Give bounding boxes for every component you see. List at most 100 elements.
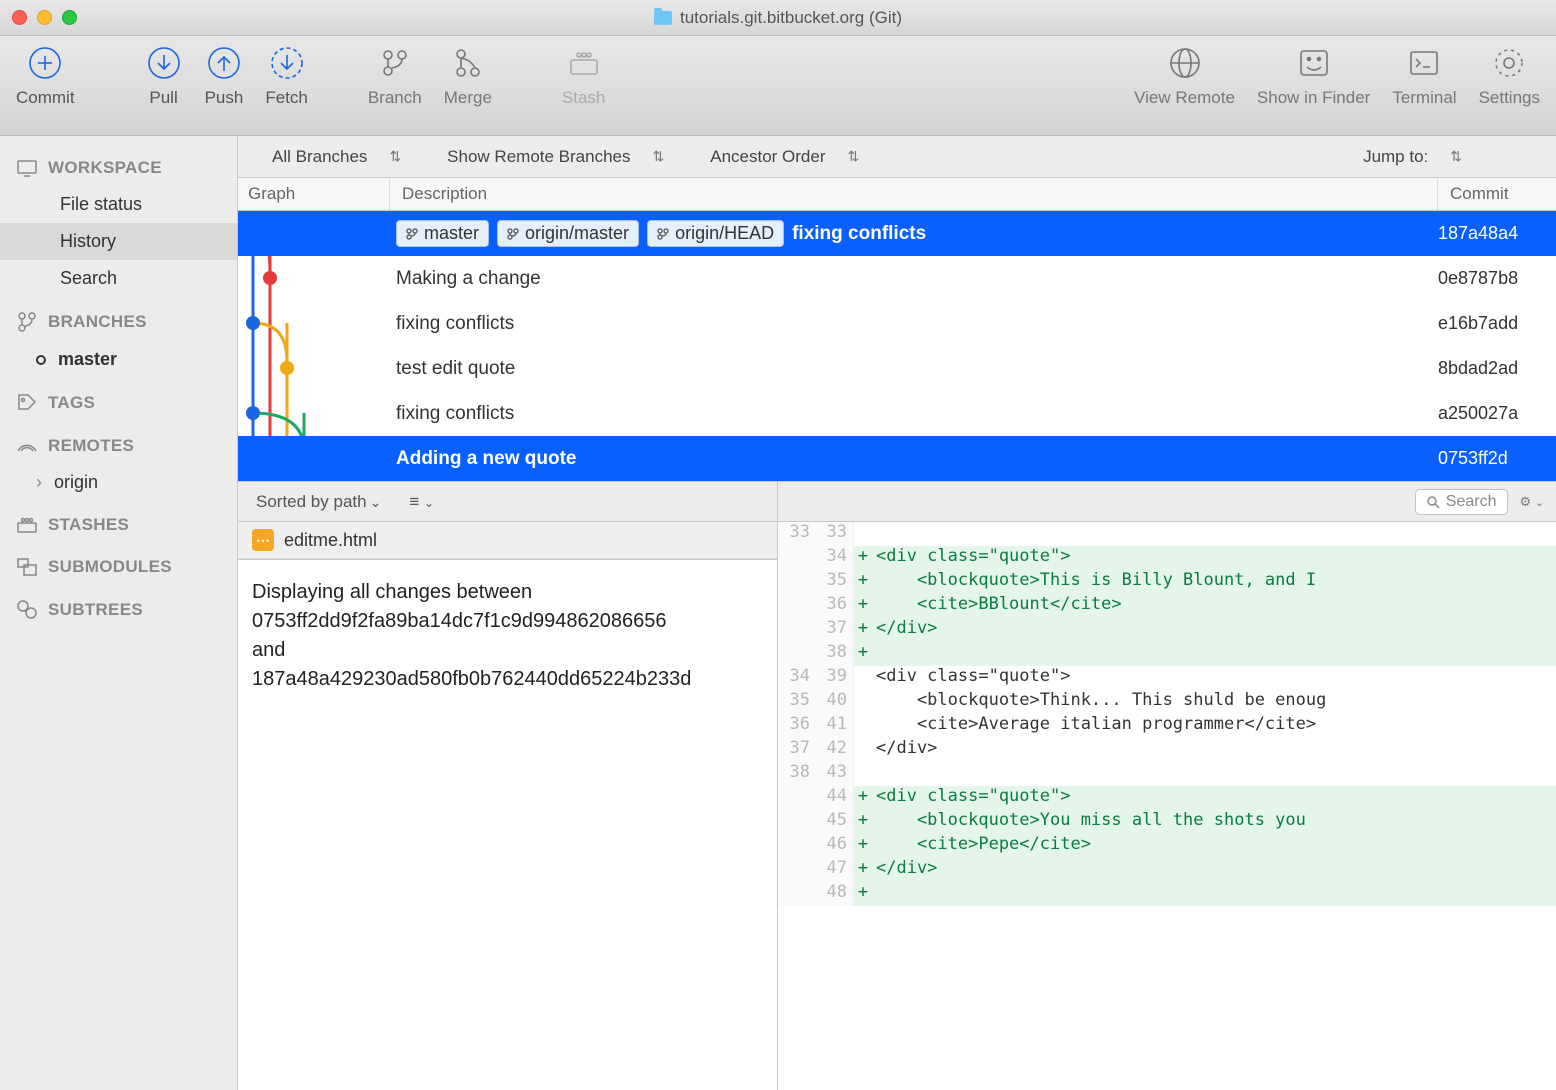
- diff-line: 48+: [778, 882, 1556, 906]
- commit-description: test edit quote: [396, 358, 515, 380]
- sidebar-remote-origin[interactable]: origin: [0, 464, 237, 501]
- sb-header-workspace[interactable]: WORKSPACE: [0, 150, 237, 186]
- sort-dropdown[interactable]: Sorted by path: [256, 492, 381, 512]
- search-icon: [1426, 495, 1440, 509]
- diff-line: 34+<div class="quote">: [778, 546, 1556, 570]
- branch-tag[interactable]: origin/master: [497, 220, 639, 247]
- branch-icon: [376, 44, 414, 82]
- col-commit[interactable]: Commit: [1438, 178, 1556, 210]
- filter-bar: All Branches Show Remote Branches Ancest…: [238, 136, 1556, 178]
- globe-icon: [1166, 44, 1204, 82]
- filter-branches[interactable]: All Branches: [272, 147, 401, 167]
- folder-icon: [654, 11, 672, 25]
- sidebar-item-file-status[interactable]: File status: [0, 186, 237, 223]
- file-row[interactable]: ⋯ editme.html: [238, 522, 777, 559]
- branch-button[interactable]: Branch: [368, 44, 422, 108]
- commit-description: fixing conflicts: [792, 223, 926, 245]
- sb-header-tags[interactable]: TAGS: [0, 384, 237, 422]
- pull-button[interactable]: Pull: [145, 44, 183, 108]
- table-header: Graph Description Commit: [238, 178, 1556, 211]
- commit-hash: 0753ff2d: [1438, 448, 1556, 469]
- diff-line: 3742</div>: [778, 738, 1556, 762]
- toolbar: Commit Pull Push Fetch Branch Merge: [0, 36, 1556, 136]
- diff-line: 44+<div class="quote">: [778, 786, 1556, 810]
- settings-button[interactable]: Settings: [1479, 44, 1540, 108]
- diff-line: 35+ <blockquote>This is Billy Blount, an…: [778, 570, 1556, 594]
- col-graph[interactable]: Graph: [238, 178, 390, 210]
- sidebar-branch-master[interactable]: master: [0, 341, 237, 378]
- diff-line: 3843: [778, 762, 1556, 786]
- commit-row[interactable]: Adding a new quote 0753ff2d: [238, 436, 1556, 481]
- file-modified-icon: ⋯: [252, 529, 274, 551]
- commit-row[interactable]: test edit quote 8bdad2ad: [238, 346, 1556, 391]
- filter-remote[interactable]: Show Remote Branches: [447, 147, 664, 167]
- diff-view[interactable]: 333334+<div class="quote">35+ <blockquot…: [778, 522, 1556, 1090]
- show-in-finder-button[interactable]: Show in Finder: [1257, 44, 1370, 108]
- diff-line: 37+</div>: [778, 618, 1556, 642]
- stash-icon: [565, 44, 603, 82]
- push-icon: [205, 44, 243, 82]
- file-name: editme.html: [284, 530, 377, 551]
- sidebar-item-history[interactable]: History: [0, 223, 237, 260]
- diff-line: 3439<div class="quote">: [778, 666, 1556, 690]
- commit-row[interactable]: Making a change0e8787b8: [238, 256, 1556, 301]
- branch-tag[interactable]: origin/HEAD: [647, 220, 784, 247]
- gear-icon: [1490, 44, 1528, 82]
- diff-line: 45+ <blockquote>You miss all the shots y…: [778, 810, 1556, 834]
- diff-line: 36+ <cite>BBlount</cite>: [778, 594, 1556, 618]
- diff-line: 46+ <cite>Pepe</cite>: [778, 834, 1556, 858]
- pull-icon: [145, 44, 183, 82]
- commit-row[interactable]: fixing conflicts a250027a: [238, 391, 1556, 436]
- branch-tag[interactable]: master: [396, 220, 489, 247]
- terminal-icon: [1405, 44, 1443, 82]
- diff-search[interactable]: Search: [1415, 489, 1508, 515]
- commit-icon: [26, 44, 64, 82]
- diff-range-message: Displaying all changes between0753ff2dd9…: [252, 578, 763, 694]
- commit-hash: a250027a: [1438, 403, 1556, 424]
- window-title: tutorials.git.bitbucket.org (Git): [680, 8, 902, 28]
- sb-header-branches[interactable]: BRANCHES: [0, 303, 237, 341]
- finder-icon: [1295, 44, 1333, 82]
- push-button[interactable]: Push: [205, 44, 244, 108]
- diff-line: 47+</div>: [778, 858, 1556, 882]
- minimize-window-button[interactable]: [37, 10, 52, 25]
- sb-header-submodules[interactable]: SUBMODULES: [0, 549, 237, 585]
- jump-to[interactable]: Jump to:: [1363, 147, 1462, 167]
- stash-button[interactable]: Stash: [562, 44, 605, 108]
- sb-header-stashes[interactable]: STASHES: [0, 507, 237, 543]
- file-panel-toolbar: Sorted by path ≡ ⌄: [238, 482, 777, 522]
- commit-description: Adding a new quote: [396, 448, 577, 470]
- sidebar: WORKSPACE File status History Search BRA…: [0, 136, 238, 1090]
- merge-icon: [449, 44, 487, 82]
- fetch-icon: [268, 44, 306, 82]
- diff-line: 3333: [778, 522, 1556, 546]
- window-controls: [12, 10, 77, 25]
- filter-order[interactable]: Ancestor Order: [710, 147, 859, 167]
- commit-description: fixing conflicts: [396, 403, 514, 425]
- commit-button[interactable]: Commit: [16, 44, 75, 108]
- commit-row[interactable]: fixing conflictse16b7add: [238, 301, 1556, 346]
- sidebar-item-search[interactable]: Search: [0, 260, 237, 297]
- current-branch-icon: [36, 355, 46, 365]
- diff-line: 3641 <cite>Average italian programmer</c…: [778, 714, 1556, 738]
- merge-button[interactable]: Merge: [444, 44, 492, 108]
- diff-settings-gear-icon[interactable]: ⚙︎ ⌄: [1520, 494, 1545, 510]
- sb-header-subtrees[interactable]: SUBTREES: [0, 591, 237, 629]
- diff-line: 3540 <blockquote>Think... This shuld be …: [778, 690, 1556, 714]
- col-description[interactable]: Description: [390, 178, 1438, 210]
- titlebar: tutorials.git.bitbucket.org (Git): [0, 0, 1556, 36]
- list-view-toggle[interactable]: ≡ ⌄: [409, 492, 434, 512]
- fetch-button[interactable]: Fetch: [265, 44, 308, 108]
- sb-header-remotes[interactable]: REMOTES: [0, 428, 237, 464]
- view-remote-button[interactable]: View Remote: [1134, 44, 1235, 108]
- commit-hash: 8bdad2ad: [1438, 358, 1556, 379]
- commit-row[interactable]: master origin/master origin/HEAD fixing con…: [238, 211, 1556, 256]
- close-window-button[interactable]: [12, 10, 27, 25]
- terminal-button[interactable]: Terminal: [1392, 44, 1456, 108]
- diff-line: 38+: [778, 642, 1556, 666]
- commit-hash: 187a48a4: [1438, 223, 1556, 244]
- commit-hash: 0e8787b8: [1438, 268, 1556, 289]
- commit-description: fixing conflicts: [396, 313, 514, 335]
- fullscreen-window-button[interactable]: [62, 10, 77, 25]
- commit-list: master origin/master origin/HEAD fixing con…: [238, 211, 1556, 481]
